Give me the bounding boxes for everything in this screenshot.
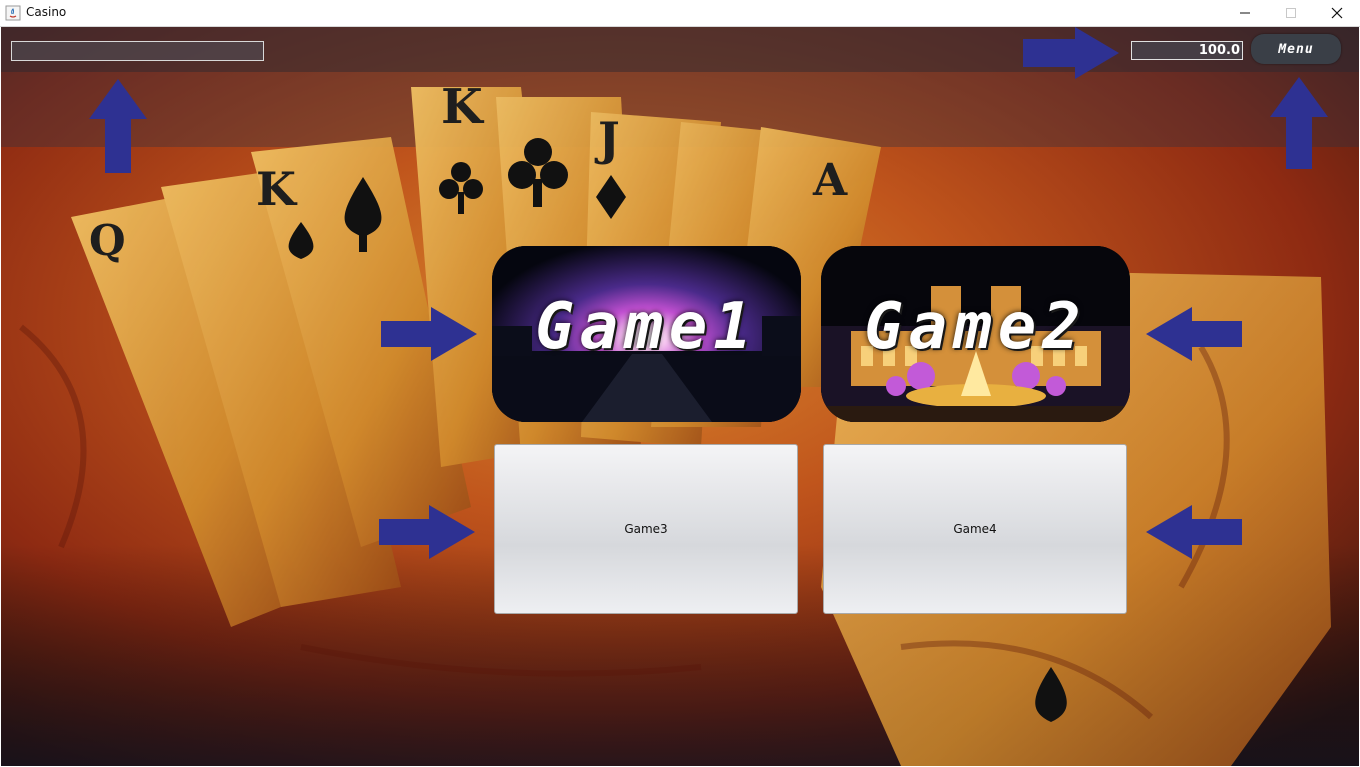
- svg-text:J: J: [594, 112, 620, 166]
- balance-field[interactable]: 100.0: [1131, 41, 1243, 60]
- java-app-icon: [5, 5, 21, 21]
- game2-button[interactable]: Game2: [821, 246, 1130, 422]
- arrow-up-icon: [89, 79, 147, 173]
- svg-text:A: A: [812, 155, 848, 206]
- svg-text:Q: Q: [89, 216, 126, 265]
- arrow-right-icon: [379, 505, 475, 559]
- arrow-left-icon: [1146, 307, 1242, 361]
- casino-main-panel: K K J A Q 100.0 Menu Game1 Game2 Game3 G…: [1, 27, 1359, 766]
- arrow-right-icon: [1023, 27, 1119, 79]
- svg-text:K: K: [256, 162, 298, 216]
- menu-button[interactable]: Menu: [1251, 34, 1341, 64]
- game2-label: Game2: [864, 290, 1087, 364]
- minimize-button[interactable]: [1222, 0, 1268, 26]
- game3-button[interactable]: Game3: [494, 444, 798, 614]
- window-titlebar: Casino: [0, 0, 1360, 27]
- arrow-left-icon: [1146, 505, 1242, 559]
- game3-label: Game3: [624, 522, 668, 536]
- arrow-up-icon: [1270, 77, 1328, 169]
- game1-label: Game1: [535, 290, 758, 364]
- game4-label: Game4: [953, 522, 997, 536]
- maximize-button[interactable]: [1268, 0, 1314, 26]
- game1-button[interactable]: Game1: [492, 246, 801, 422]
- minimize-icon: [1240, 12, 1250, 14]
- window-title: Casino: [26, 5, 67, 19]
- svg-text:K: K: [441, 79, 485, 135]
- arrow-right-icon: [381, 307, 477, 361]
- game4-button[interactable]: Game4: [823, 444, 1127, 614]
- player-name-field[interactable]: [11, 41, 264, 61]
- close-button[interactable]: [1314, 0, 1360, 26]
- close-icon: [1331, 7, 1343, 19]
- maximize-icon: [1286, 8, 1296, 18]
